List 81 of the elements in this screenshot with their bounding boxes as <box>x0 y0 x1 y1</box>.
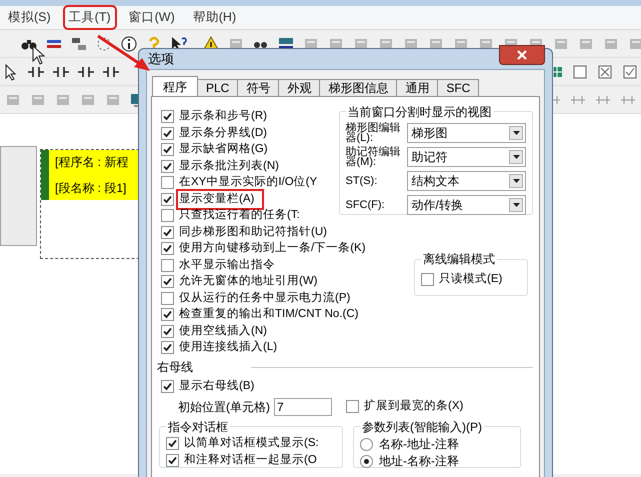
checkbox[interactable] <box>161 308 174 322</box>
tab[interactable]: 通用 <box>396 78 438 96</box>
radio-button[interactable] <box>360 438 373 450</box>
field-label: 初始位置(单元格) <box>178 398 270 416</box>
checkbox[interactable] <box>161 176 174 190</box>
dropdown[interactable]: 梯形图 <box>406 122 526 142</box>
option-label: 地址-名称-注释 <box>379 453 459 470</box>
close-button[interactable] <box>499 44 545 65</box>
option-label: 仅从运行的任务中显示电力流(P) <box>179 292 350 304</box>
header-text: [段名称 : 段1] <box>55 180 128 197</box>
boxed-icon[interactable] <box>571 62 589 80</box>
boxed-icon[interactable] <box>621 62 639 80</box>
tab[interactable]: 外观 <box>278 78 320 96</box>
field-label: ST(S): <box>346 176 378 186</box>
tab[interactable]: 程序 <box>152 76 198 96</box>
option-label: 在XY中显示实际的I/O位(Y <box>179 177 318 188</box>
checkbox[interactable] <box>161 341 174 354</box>
option-label: 名称-地址-注释 <box>379 436 459 453</box>
checkbox[interactable] <box>161 292 174 305</box>
radio-button[interactable] <box>360 454 373 468</box>
option-label: 以简单对话框模式显示(S: <box>184 438 319 450</box>
checkbox[interactable] <box>166 454 179 467</box>
checkbox[interactable] <box>161 143 174 156</box>
option-label: 只读模式(E) <box>439 274 502 285</box>
option-label: 显示右母线(B) <box>179 380 254 392</box>
option-label: 显示缺省网格(G) <box>179 144 268 156</box>
option-label: 扩展到最宽的条(X) <box>364 400 464 412</box>
menu-item[interactable]: 模拟(S) <box>2 5 57 30</box>
option-label: 检查重复的输出和TIM/CNT No.(C) <box>179 309 358 320</box>
option-label: 使用方向键移动到上一条/下一条(K) <box>179 243 366 254</box>
checkbox[interactable] <box>161 192 174 206</box>
option-label: 使用连接线插入(L) <box>179 342 278 354</box>
checkbox[interactable] <box>161 110 174 124</box>
option-label: 显示条分界线(D) <box>179 128 267 139</box>
tab[interactable]: SFC <box>437 78 480 96</box>
checkbox[interactable] <box>161 258 174 272</box>
checkbox[interactable] <box>161 324 174 338</box>
checkbox[interactable] <box>161 209 174 222</box>
checkbox[interactable] <box>346 400 359 413</box>
checkbox[interactable] <box>161 242 174 256</box>
field-label: 助记符编辑器(M): <box>346 146 402 166</box>
section-title: 右母线 <box>157 359 193 376</box>
checkbox[interactable] <box>161 380 174 393</box>
option-label: 显示条和步号(R) <box>179 111 267 122</box>
dotted-icon[interactable] <box>95 34 113 52</box>
menu-item[interactable]: 工具(T) <box>62 5 117 30</box>
field-label: 梯形图编辑器(L): <box>346 122 402 142</box>
checkbox[interactable] <box>161 275 174 288</box>
tab[interactable]: 梯形图信息 <box>319 78 398 96</box>
info-icon[interactable] <box>120 34 138 52</box>
checkbox[interactable] <box>161 126 174 140</box>
checkbox[interactable] <box>161 226 174 239</box>
option-label: 允许无窗体的地址引用(W) <box>179 276 318 288</box>
option-label: 显示变量栏(A) <box>179 194 254 205</box>
checkbox[interactable] <box>166 437 179 450</box>
option-label: 水平显示输出指令 <box>179 260 275 271</box>
group-title: 指令对话框 <box>167 418 229 436</box>
option-label: 使用空线插入(N) <box>179 326 267 337</box>
dropdown[interactable]: 动作/转换 <box>406 194 526 214</box>
option-label: 只查找运行着的任务(T: <box>179 210 300 222</box>
dropdown[interactable]: 结构文本 <box>406 170 526 190</box>
input-field[interactable]: 7 <box>274 398 332 416</box>
dropdown[interactable]: 助记符 <box>406 146 526 166</box>
group-title: 离线编辑模式 <box>422 251 496 268</box>
checkbox[interactable] <box>421 272 434 286</box>
option-label: 显示条批注列表(N) <box>179 160 279 172</box>
tab[interactable]: 符号 <box>237 78 280 96</box>
option-label: 同步梯形图和助记符指针(U) <box>179 226 327 238</box>
group-title: 参数列表(智能输入)(P) <box>361 418 483 436</box>
option-label: 和注释对话框一起显示(O <box>184 454 317 466</box>
close-icon <box>517 50 527 60</box>
menu-item[interactable]: 帮助(H) <box>186 5 242 30</box>
header-text: [程序名 : 新程 <box>55 154 130 171</box>
tab[interactable]: PLC <box>197 78 238 96</box>
group-title: 当前窗口分割时显示的视图 <box>346 104 492 120</box>
menu-item[interactable]: 窗口(W) <box>122 5 181 30</box>
boxed-icon[interactable] <box>596 62 614 80</box>
dialog-title: 选项 <box>147 50 174 68</box>
checkbox[interactable] <box>161 160 174 173</box>
pointer-cursor-icon <box>32 45 46 65</box>
field-label: SFC(F): <box>346 200 386 210</box>
